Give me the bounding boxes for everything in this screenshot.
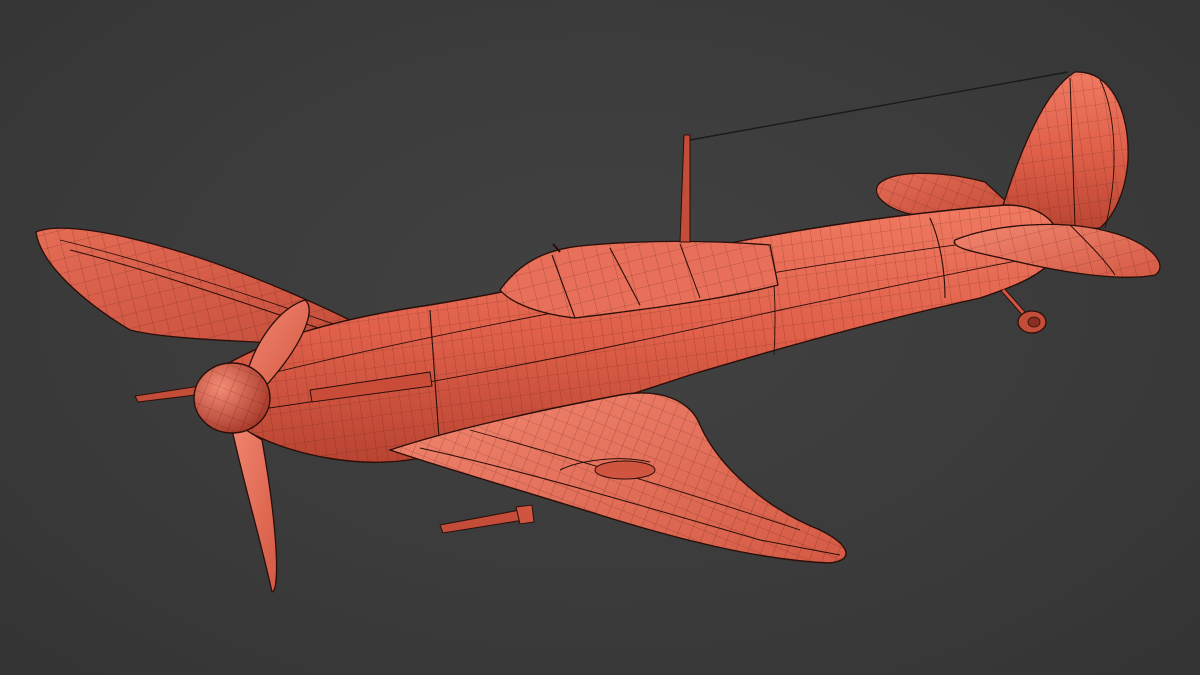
3d-viewport[interactable] [0, 0, 1200, 675]
aircraft-model [35, 71, 1161, 593]
propeller-spinner [193, 362, 271, 434]
left-wing [35, 227, 362, 346]
antenna-mast [679, 134, 691, 243]
right-cannon [439, 504, 535, 534]
antenna-wire [689, 71, 1069, 141]
tail-wheel [1001, 288, 1047, 334]
